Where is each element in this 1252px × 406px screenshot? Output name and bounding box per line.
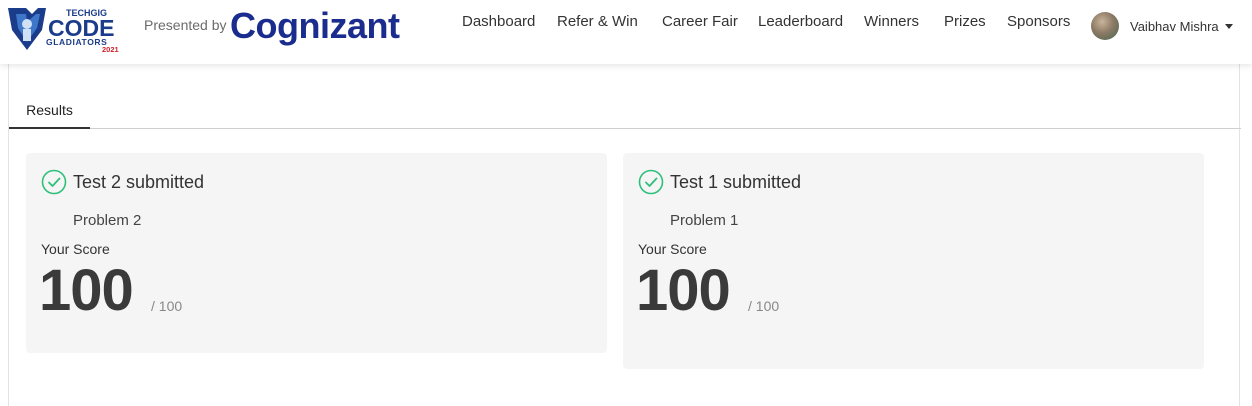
check-circle-icon — [41, 169, 67, 195]
main-nav: Dashboard Refer & Win Career Fair Leader… — [462, 13, 1070, 30]
score-value: 100 — [39, 258, 134, 323]
result-card: Test 2 submitted Problem 2 Your Score 10… — [26, 153, 607, 353]
score-max: / 100 — [748, 298, 780, 314]
problem-name: Problem 2 — [73, 212, 142, 229]
user-avatar[interactable] — [1091, 12, 1119, 40]
tab-bar: Results — [9, 92, 1241, 129]
problem-name: Problem 1 — [670, 212, 739, 229]
results-page: Results Test 2 submitted Problem 2 Your … — [8, 64, 1241, 406]
nav-sponsors[interactable]: Sponsors — [1007, 13, 1070, 30]
result-title: Test 1 submitted — [670, 172, 802, 192]
nav-career-fair[interactable]: Career Fair — [662, 13, 758, 30]
score-label: Your Score — [638, 241, 707, 257]
nav-prizes[interactable]: Prizes — [944, 13, 1007, 30]
nav-refer-win[interactable]: Refer & Win — [557, 13, 662, 30]
result-title: Test 2 submitted — [73, 172, 205, 192]
check-circle-icon — [638, 169, 664, 195]
nav-dashboard[interactable]: Dashboard — [462, 13, 557, 30]
score-max: / 100 — [151, 298, 183, 314]
logo-gladiators-text: GLADIATORS — [46, 37, 107, 47]
score-value: 100 — [636, 258, 731, 323]
tab-results[interactable]: Results — [9, 92, 90, 129]
user-name[interactable]: Vaibhav Mishra — [1130, 19, 1219, 34]
code-gladiators-logo[interactable]: TECHGIG CODE GLADIATORS 2021 — [6, 4, 128, 52]
sponsor-logo: Cognizant — [230, 5, 400, 46]
score-label: Your Score — [41, 241, 110, 257]
user-menu[interactable]: Vaibhav Mishra — [1091, 12, 1233, 40]
nav-leaderboard[interactable]: Leaderboard — [758, 13, 864, 30]
caret-down-icon[interactable] — [1224, 23, 1233, 29]
result-card: Test 1 submitted Problem 1 Your Score 10… — [623, 153, 1204, 369]
nav-winners[interactable]: Winners — [864, 13, 944, 30]
presented-by-label: Presented by — [144, 17, 227, 33]
logo-year-text: 2021 — [102, 45, 119, 52]
top-header: TECHGIG CODE GLADIATORS 2021 Presented b… — [0, 0, 1252, 64]
